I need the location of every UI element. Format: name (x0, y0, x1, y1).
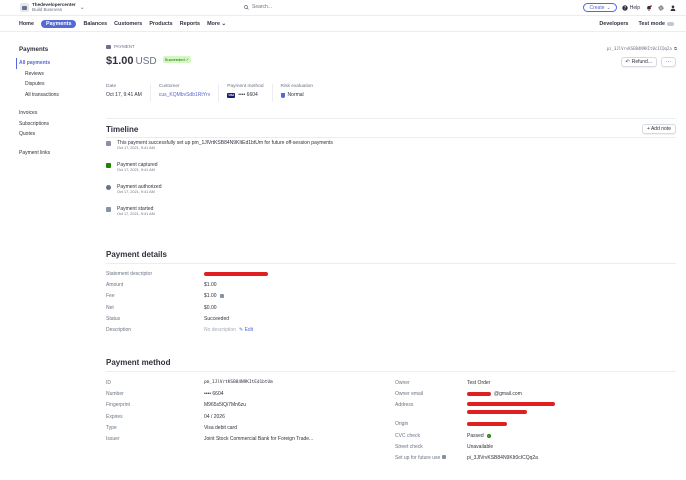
sidebar-item-all-transactions[interactable]: All transactions (19, 90, 89, 101)
nav-home[interactable]: Home (19, 21, 34, 27)
payment-method-title: Payment method (106, 358, 171, 367)
chevron-down-icon: ⌄ (79, 4, 85, 11)
redacted-address (467, 409, 527, 414)
authorized-icon (106, 185, 111, 190)
timeline-list: This payment successfully set up pm_1JlV… (106, 140, 406, 228)
account-logo-icon (20, 2, 29, 12)
payment-method-label: Payment method (227, 84, 264, 89)
nav-payments[interactable]: Payments (40, 20, 77, 28)
search-bar[interactable]: Search... (244, 4, 272, 10)
payment-details-title: Payment details (106, 250, 167, 259)
payment-method-value: •••• 6604 (238, 92, 258, 98)
timeline-title: Timeline (106, 125, 139, 134)
sidebar-item-invoices[interactable]: Invoices (19, 108, 89, 119)
timeline-event: Payment started Oct 17, 2021, 9:41 AM (106, 206, 406, 228)
risk-label: Risk evaluation (280, 84, 314, 89)
create-button[interactable]: Create ⌄ (583, 3, 617, 12)
payment-amount: $1.00 USD Succeeded ✓ (106, 55, 192, 67)
sidebar-item-reviews[interactable]: Reviews (19, 69, 89, 80)
timeline-event: Payment authorized Oct 17, 2021, 9:41 AM (106, 184, 406, 206)
amount-value: $1.00 (106, 55, 134, 67)
captured-icon (106, 163, 111, 168)
payment-details-list: Statement descriptor Amount $1.00 Fee $1.0… (106, 268, 386, 336)
visa-card-icon: VISA (227, 92, 236, 98)
nav-more[interactable]: More ⌄ (207, 21, 226, 27)
sidebar: Payments All payments Reviews Disputes A… (16, 46, 89, 159)
refund-icon: ↶ (625, 59, 630, 65)
chevron-down-icon: ⌄ (606, 4, 611, 11)
help-button[interactable]: ? Help (622, 5, 640, 11)
breadcrumb: PAYMENT (106, 44, 676, 49)
payment-method-left: ID pm_1JlVrtKSB84N9KItEd1btUm Number •••• … (106, 379, 314, 443)
shield-icon (280, 92, 285, 98)
nav-reports[interactable]: Reports (180, 21, 200, 27)
refund-button[interactable]: ↶ Refund... (620, 57, 657, 67)
main-content: PAYMENT pi_3JlVrvKSB84N9KIt0cICQq2a ⧉ $1… (106, 44, 677, 461)
customer-label: Customer (158, 84, 180, 89)
sidebar-title: Payments (19, 46, 49, 53)
fingerprint-link[interactable]: M965s5IQi7Mn6zu (204, 402, 246, 408)
check-icon: ✓ (486, 433, 491, 438)
info-icon[interactable] (219, 294, 224, 299)
sidebar-item-subscriptions[interactable]: Subscriptions (19, 119, 89, 130)
search-icon (244, 4, 249, 10)
search-input[interactable]: Search... (252, 4, 272, 10)
edit-description-button[interactable]: ✎ Edit (239, 327, 253, 333)
test-mode-toggle[interactable]: Test mode (638, 21, 674, 27)
gear-icon[interactable] (657, 4, 664, 11)
started-icon (106, 207, 111, 212)
redacted-value (467, 391, 491, 396)
notifications-icon[interactable] (645, 4, 652, 11)
sidebar-item-disputes[interactable]: Disputes (19, 79, 89, 90)
user-icon[interactable] (669, 4, 676, 11)
customer-link[interactable]: cus_KQMbvSdb1RtYrv (159, 92, 210, 98)
payment-id[interactable]: pi_3JlVrvKSB84N9KIt0cICQq2a ⧉ (607, 46, 677, 51)
nav-customers[interactable]: Customers (114, 21, 142, 27)
main-nav: Home Payments Balances Customers Product… (0, 17, 686, 32)
timeline-event: Payment captured Oct 17, 2021, 9:41 AM (106, 162, 406, 184)
payment-summary: Date Oct 17, 9:41 AM Customer cus_KQMbvS… (106, 84, 329, 102)
help-icon: ? (622, 4, 628, 11)
add-note-button[interactable]: + Add note (641, 124, 676, 134)
date-label: Date (106, 84, 117, 89)
info-icon[interactable] (441, 455, 446, 460)
nav-developers[interactable]: Developers (599, 21, 628, 27)
top-bar: Thedevelopercenter Build Business ⌄ Sear… (0, 0, 686, 16)
more-actions-button[interactable]: ··· (661, 57, 676, 67)
payment-method-right: Owner Test Order Owner email @gmail.com Ad… (395, 377, 675, 464)
sidebar-item-all-payments[interactable]: All payments (16, 58, 89, 69)
nav-products[interactable]: Products (149, 21, 172, 27)
payment-icon (106, 44, 111, 49)
sidebar-item-payment-links[interactable]: Payment links (19, 148, 89, 159)
amount-currency: USD (135, 56, 157, 67)
risk-value: Normal (287, 92, 304, 98)
account-switcher[interactable]: Thedevelopercenter Build Business ⌄ (20, 2, 85, 12)
chevron-down-icon: ⌄ (221, 21, 226, 27)
timeline-event: This payment successfully set up pm_1JlV… (106, 140, 406, 162)
toggle-switch (667, 21, 674, 26)
nav-balances[interactable]: Balances (83, 21, 107, 27)
svg-text:?: ? (624, 5, 626, 10)
redacted-value (467, 422, 507, 427)
date-value: Oct 17, 9:41 AM (106, 92, 142, 98)
setup-intent-link[interactable]: pi_3JlVrvKSB84N9KIt0cICQq2a (467, 455, 538, 461)
redacted-value (204, 271, 268, 276)
account-subtitle: Build Business (32, 7, 63, 12)
setup-icon (106, 141, 111, 146)
redacted-address (467, 401, 555, 406)
sidebar-item-quotes[interactable]: Quotes (19, 129, 89, 140)
status-badge: Succeeded ✓ (162, 56, 192, 63)
